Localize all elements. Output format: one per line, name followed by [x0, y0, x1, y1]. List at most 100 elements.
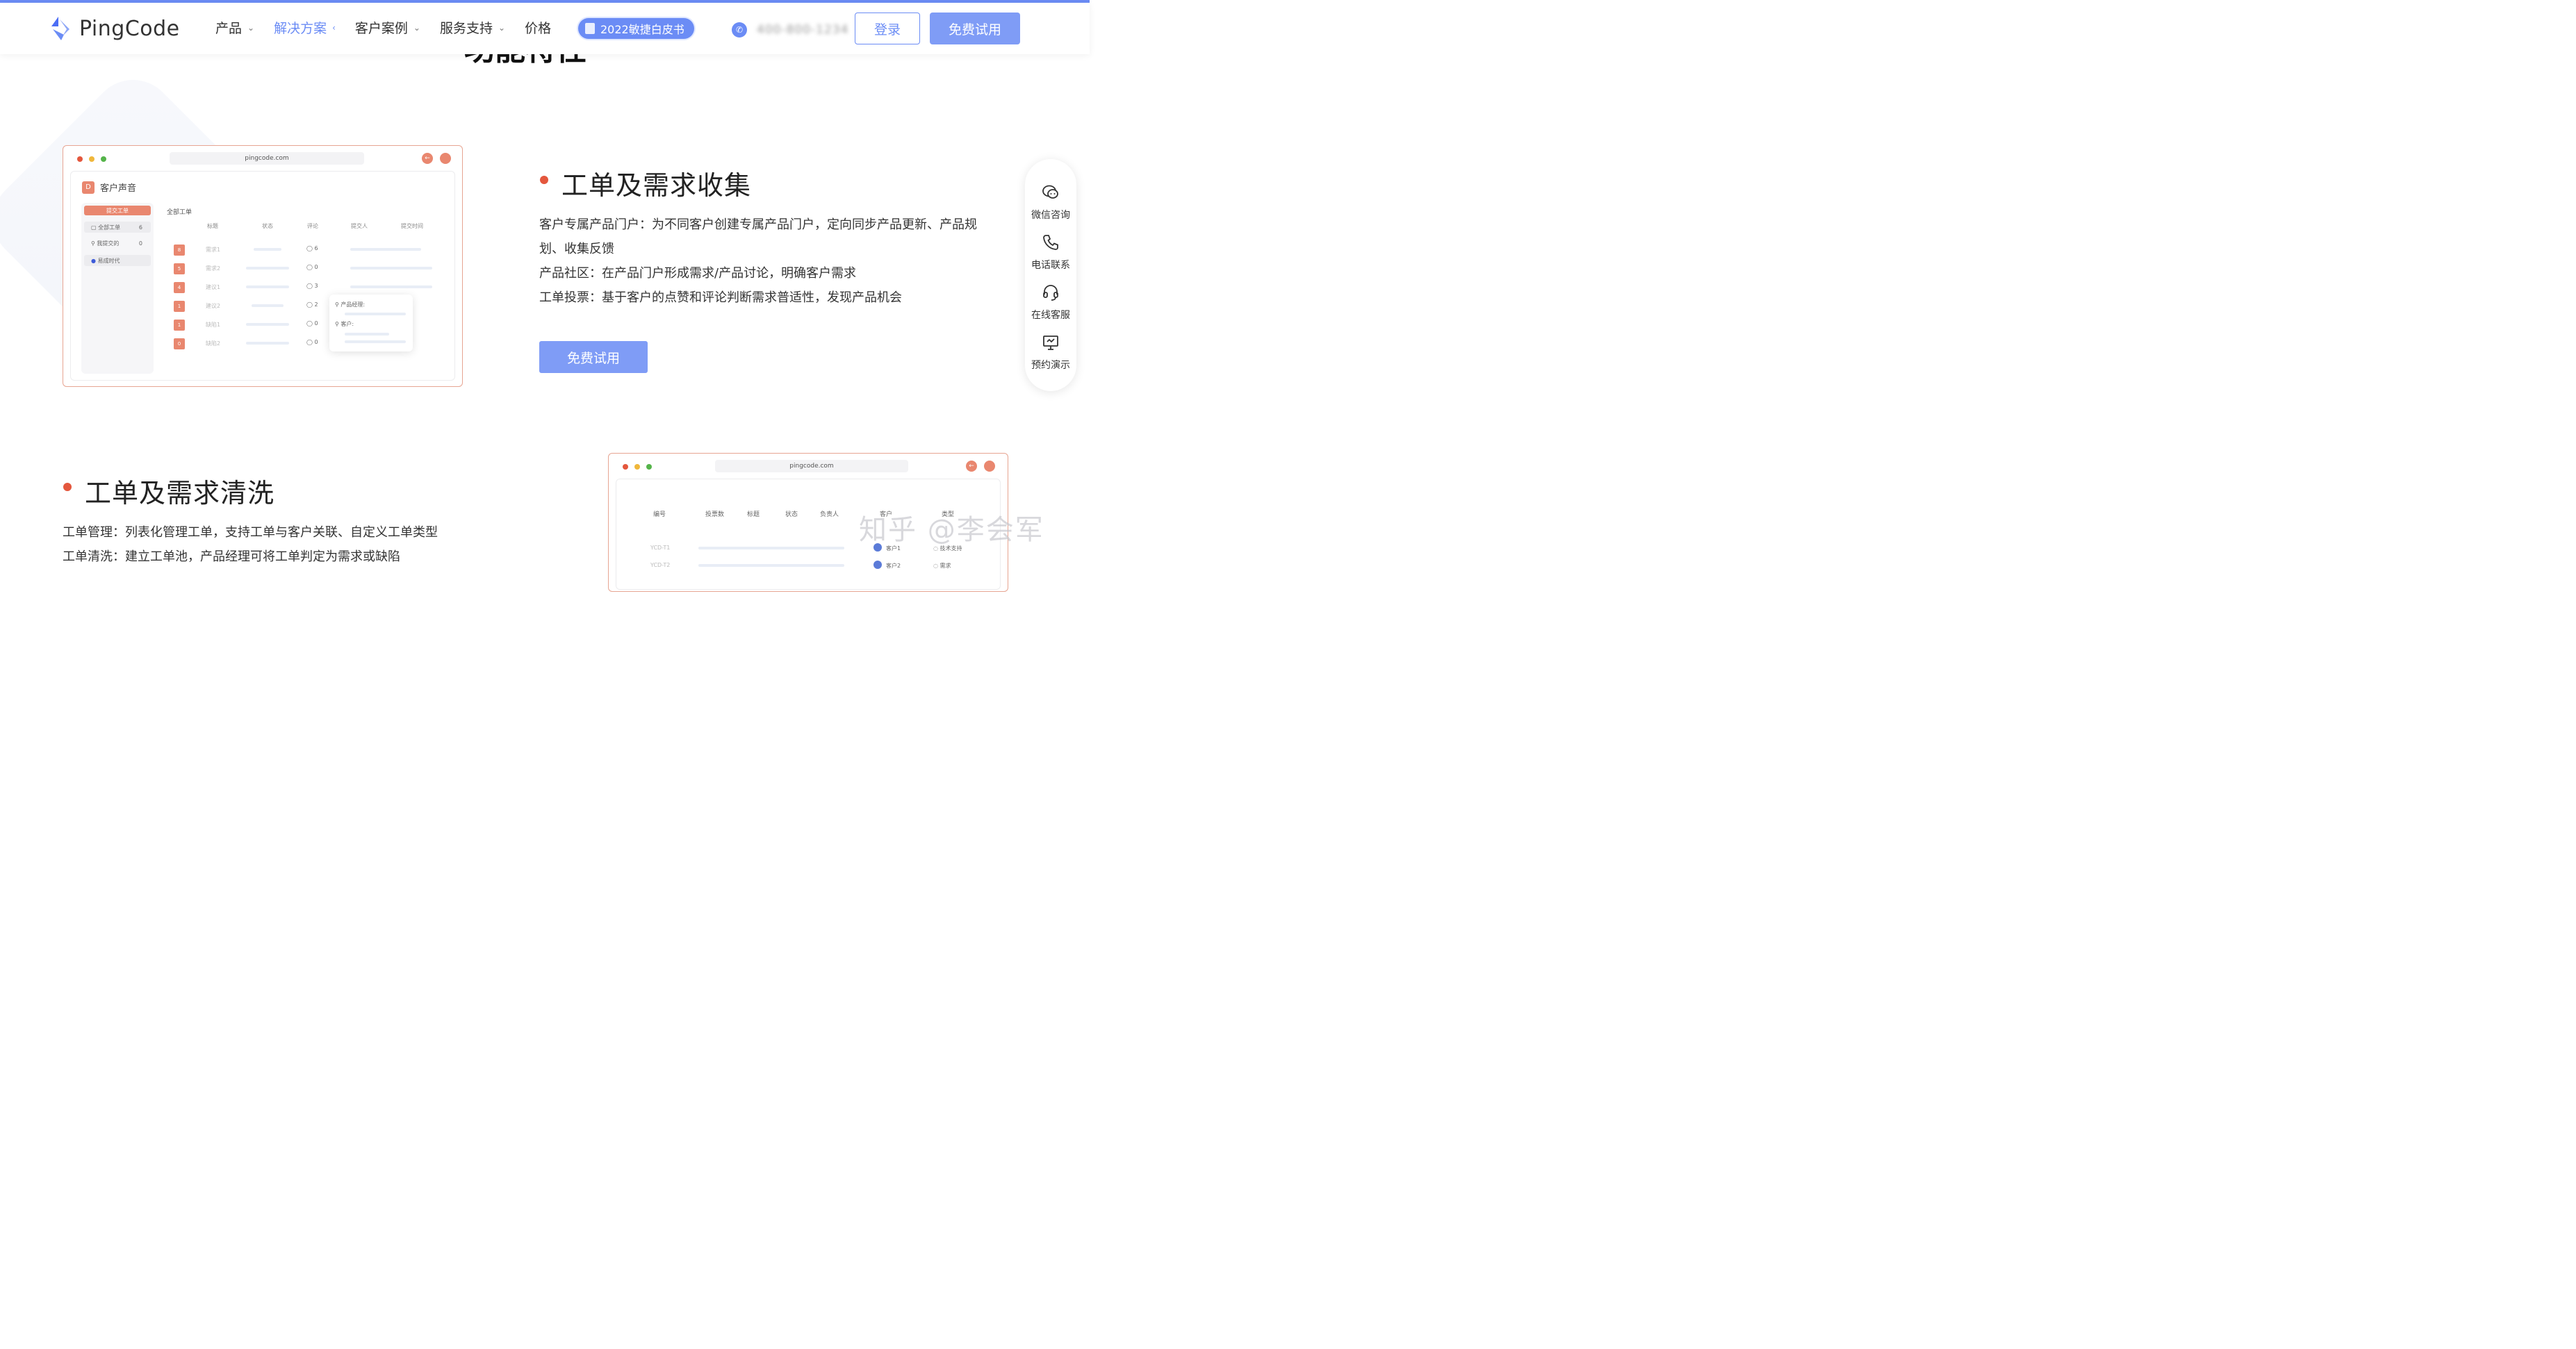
- column-header: 提交人: [351, 223, 368, 229]
- nav-support[interactable]: 服务支持 ⌄: [440, 18, 505, 37]
- bullet-icon: [540, 176, 548, 184]
- login-button[interactable]: 登录: [855, 13, 920, 44]
- comment-value: 0: [314, 320, 318, 326]
- logo[interactable]: PingCode: [49, 15, 180, 42]
- sidebar-item-count: 0: [138, 240, 142, 247]
- nav-solutions[interactable]: 解决方案 ‹: [274, 18, 336, 37]
- vote-count: 1: [177, 304, 181, 309]
- comment-value: 6: [314, 245, 318, 251]
- column-header: 评论: [307, 223, 318, 229]
- vote-badge[interactable]: 5: [174, 263, 185, 274]
- float-service-label: 在线客服: [1031, 310, 1070, 321]
- comment-value: 0: [314, 264, 318, 270]
- column-header: 投票数: [705, 511, 725, 518]
- nav-products[interactable]: 产品 ⌄: [215, 18, 254, 37]
- dot-yellow: [89, 156, 95, 162]
- nav-cases-label: 客户案例: [354, 21, 408, 36]
- popup-bar: [345, 313, 406, 315]
- feature1-line: 工单投票：基于客户的点赞和评论判断需求普适性，发现产品机会: [539, 290, 902, 305]
- feature1-line: 客户专属产品门户：为不同客户创建专属产品门户，定向同步产品更新、产品规: [539, 217, 977, 232]
- feature2-line: 工单管理：列表化管理工单，支持工单与客户关联、自定义工单类型: [63, 525, 438, 540]
- site-header: PingCode 产品 ⌄ 解决方案 ‹ 客户案例 ⌄ 服务支持 ⌄ 价格 2022敏捷…: [0, 3, 1090, 54]
- nav-support-label: 服务支持: [439, 21, 493, 36]
- row-id: YCD-T2: [650, 562, 671, 568]
- headset-icon: [1043, 285, 1058, 301]
- row-id: YCD-T1: [650, 545, 671, 551]
- status-bar: [252, 304, 284, 307]
- comment-value: 3: [314, 283, 318, 289]
- popup-bar: [345, 333, 389, 336]
- comment-count: ◯ 3: [306, 283, 318, 289]
- sidebar-item-label: 易成时代: [97, 257, 120, 264]
- voice-logo-icon: D: [82, 181, 95, 194]
- avatar: [873, 561, 882, 569]
- submit-ticket-button[interactable]: 提交工单: [84, 206, 151, 215]
- row-title: 建议1: [206, 284, 221, 290]
- phone-contact[interactable]: ✆ 400-800-1234: [732, 22, 848, 38]
- circle-icon: [984, 461, 995, 472]
- vote-count: 0: [177, 341, 181, 347]
- row-title: 缺陷1: [206, 322, 221, 328]
- status-bar: [246, 342, 289, 345]
- column-header: 标题: [747, 511, 760, 518]
- submitter-bar: [350, 285, 432, 288]
- sidebar-item-org[interactable]: ● 易成时代: [84, 255, 151, 266]
- status-bar: [246, 323, 289, 326]
- float-wechat-label: 微信咨询: [1031, 210, 1070, 221]
- vote-badge[interactable]: 0: [174, 338, 185, 349]
- feature1-trial-button[interactable]: 免费试用: [539, 341, 648, 373]
- pingcode-logo-icon: [51, 17, 69, 40]
- chevron-down-icon: ⌄: [413, 22, 420, 33]
- column-header: 提交时间: [401, 223, 423, 229]
- row-title: 需求1: [206, 247, 221, 253]
- vote-badge[interactable]: 1: [174, 301, 185, 312]
- mock-sidebar: 提交工单 ▢ 全部工单 6 ⚲ 我提交的 0 ● 易成时代: [81, 203, 154, 374]
- nav-pricing[interactable]: 价格: [525, 18, 551, 37]
- window-controls: ←: [966, 461, 995, 472]
- watermark: 知乎 @李会军: [859, 514, 1044, 546]
- column-header: 编号: [653, 511, 666, 518]
- comment-value: 2: [314, 301, 318, 308]
- row-title: 需求2: [206, 265, 221, 272]
- app-title: 客户声音: [100, 183, 137, 194]
- phone-number: 400-800-1234: [757, 23, 849, 37]
- vote-count: 4: [177, 285, 181, 290]
- vote-badge[interactable]: 4: [174, 282, 185, 293]
- feature2-line: 工单清洗：建立工单池，产品经理可将工单判定为需求或缺陷: [63, 549, 400, 564]
- whitepaper-label: 2022敏捷白皮书: [600, 23, 684, 36]
- table-title: 全部工单: [167, 209, 192, 216]
- nav-pricing-label: 价格: [525, 21, 552, 36]
- whitepaper-badge[interactable]: 2022敏捷白皮书: [578, 18, 694, 39]
- vote-count: 5: [177, 266, 181, 272]
- window-dots: [77, 156, 106, 162]
- popup-bar: [345, 340, 406, 343]
- float-phone-label: 电话联系: [1031, 260, 1070, 271]
- dot-yellow: [634, 464, 640, 470]
- nav-solutions-label: 解决方案: [274, 21, 327, 36]
- row-title: 缺陷2: [206, 340, 221, 347]
- comment-count: ◯ 0: [306, 339, 318, 345]
- sidebar-item-label: 我提交的: [97, 240, 120, 247]
- bullet-icon: [63, 483, 72, 491]
- row-title: 建议2: [206, 303, 221, 309]
- float-phone[interactable]: 电话联系: [1025, 233, 1076, 272]
- vote-badge[interactable]: 8: [174, 245, 185, 256]
- row-customer: 客户2: [886, 563, 901, 569]
- dot-red: [77, 156, 83, 162]
- column-header: 负责人: [820, 511, 839, 518]
- sidebar-item-all[interactable]: ▢ 全部工单 6: [84, 222, 151, 233]
- float-demo[interactable]: 预约演示: [1025, 333, 1076, 372]
- float-service[interactable]: 在线客服: [1025, 283, 1076, 322]
- comment-count: ◯ 0: [306, 320, 318, 326]
- vote-count: 1: [177, 322, 181, 328]
- free-trial-button[interactable]: 免费试用: [930, 13, 1020, 44]
- sidebar-item-mine[interactable]: ⚲ 我提交的 0: [84, 238, 151, 249]
- vote-badge[interactable]: 1: [174, 320, 185, 331]
- book-icon: [585, 23, 595, 34]
- nav-cases[interactable]: 客户案例 ⌄: [355, 18, 420, 37]
- float-wechat[interactable]: 微信咨询: [1025, 183, 1076, 222]
- feature2-title: 工单及需求清洗: [85, 478, 275, 508]
- phone-icon: ✆: [732, 22, 747, 38]
- popup-pm: ⚲ 产品经理:: [335, 301, 366, 308]
- status-bar: [246, 285, 289, 288]
